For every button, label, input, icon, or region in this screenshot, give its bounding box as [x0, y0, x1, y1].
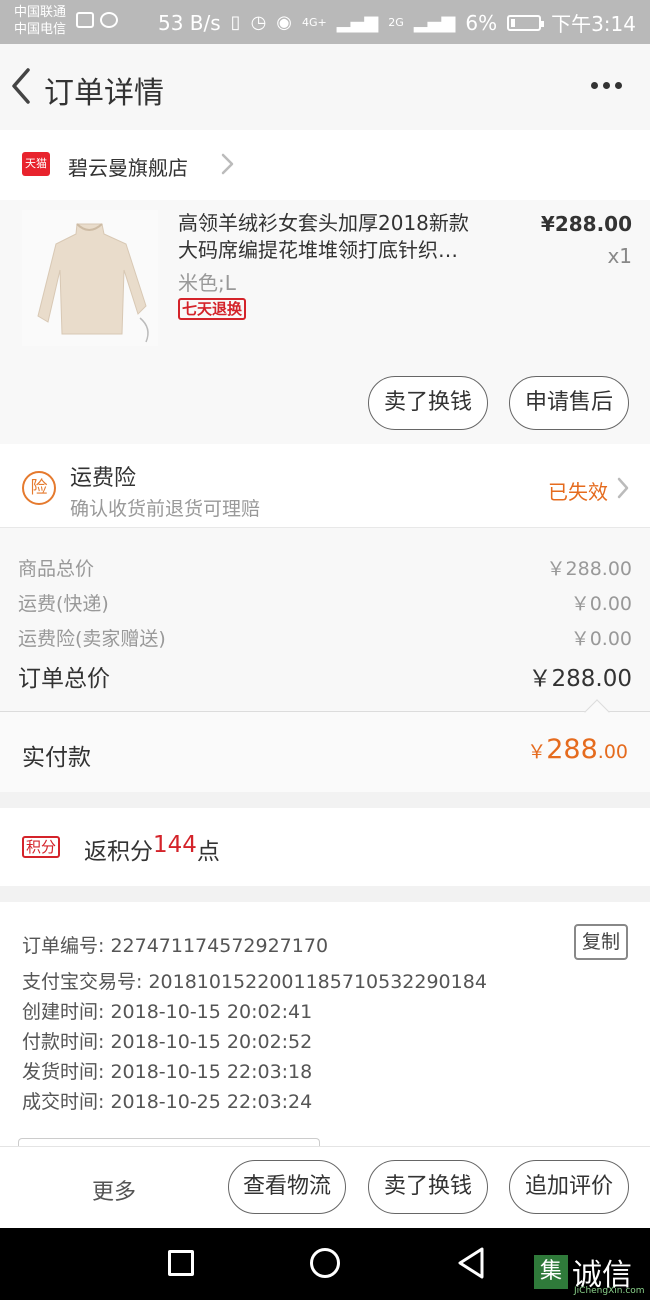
product-image[interactable]	[22, 210, 158, 346]
page-title: 订单详情	[44, 76, 164, 111]
product-title-line-2: 大码席编提花堆堆领打底针织…	[178, 238, 458, 262]
payment-time: 付款时间: 2018-10-15 20:02:52	[22, 1031, 313, 1053]
product-title-line-1: 高领羊绒衫女套头加厚2018新款	[178, 211, 469, 235]
signal-icon-2: ▂▄▆	[413, 12, 456, 33]
nav-back-icon[interactable]	[456, 1246, 486, 1280]
shipped-time: 发货时间: 2018-10-15 22:03:18	[22, 1061, 313, 1083]
status-bar: 中国联通 中国电信 53 B/s ▯ ◷ ◉ 4G+ ▂▄▆ 2G ▂▄▆ 6%…	[0, 0, 650, 44]
insurance-fee-value: ￥0.00	[570, 628, 632, 650]
vibrate-icon: ▯	[230, 12, 241, 33]
more-options-icon[interactable]	[591, 82, 622, 89]
goods-total-label: 商品总价	[18, 558, 95, 580]
actual-payment-amount: ￥288.00	[527, 734, 628, 765]
after-sale-button[interactable]: 申请售后	[509, 376, 629, 430]
chevron-right-icon	[617, 477, 629, 499]
alipay-trade-number: 支付宝交易号: 2018101522001185710532290184	[22, 971, 487, 993]
add-review-button[interactable]: 追加评价	[509, 1160, 629, 1214]
sell-button-bottom[interactable]: 卖了换钱	[368, 1160, 488, 1214]
notification-icon	[76, 12, 94, 28]
amount-decimal: .00	[597, 741, 628, 763]
network-speed: 53 B/s	[157, 10, 221, 35]
chevron-right-icon	[221, 153, 234, 175]
copy-button[interactable]: 复制	[574, 924, 628, 960]
carrier-2: 中国电信	[14, 22, 67, 37]
insurance-subtitle: 确认收货前退货可理赔	[70, 498, 261, 520]
amount-integer: 288	[546, 734, 598, 765]
back-arrow-icon[interactable]	[6, 66, 36, 106]
insurance-title: 运费险	[70, 466, 137, 491]
view-logistics-button[interactable]: 查看物流	[228, 1160, 346, 1214]
points-text: 返积分 144 点	[84, 832, 220, 866]
product-sku: 米色;L	[178, 271, 236, 295]
points-badge: 积分	[22, 836, 61, 858]
more-button[interactable]: 更多	[92, 1174, 136, 1206]
home-icon[interactable]	[310, 1248, 340, 1278]
clock: 下午3:14	[551, 12, 636, 36]
product-price: ¥288.00	[540, 212, 632, 236]
actual-payment-label: 实付款	[22, 745, 91, 771]
points-prefix: 返积分	[84, 839, 153, 865]
completed-time: 成交时间: 2018-10-25 22:03:24	[22, 1091, 313, 1113]
notification-icons	[76, 12, 118, 28]
insurance-fee-label: 运费险(卖家赠送)	[18, 628, 166, 650]
network-2g: 2G	[388, 16, 404, 29]
currency-symbol: ￥	[527, 741, 547, 763]
eye-icon: ◉	[276, 12, 292, 33]
sell-button[interactable]: 卖了换钱	[368, 376, 488, 430]
header: 订单详情	[0, 44, 650, 130]
status-indicators: 53 B/s ▯ ◷ ◉ 4G+ ▂▄▆ 2G ▂▄▆ 6% 下午3:14	[158, 8, 636, 37]
order-total-value: ￥288.00	[528, 666, 632, 692]
alarm-icon: ◷	[250, 12, 267, 33]
carrier-info: 中国联通 中国电信	[14, 4, 66, 38]
watermark-logo: 集	[534, 1255, 568, 1289]
signal-icon: ▂▄▆	[336, 12, 379, 33]
tmall-icon: 天猫	[22, 152, 50, 176]
points-number: 144	[153, 832, 197, 858]
network-4g: 4G+	[302, 16, 327, 29]
shipping-label: 运费(快递)	[18, 593, 109, 615]
shipping-value: ￥0.00	[570, 593, 632, 615]
seven-day-return-badge: 七天退换	[178, 298, 247, 320]
battery-icon	[507, 14, 545, 31]
goods-total-value: ￥288.00	[546, 558, 632, 580]
product-quantity: x1	[607, 244, 632, 268]
points-suffix: 点	[196, 839, 220, 865]
carrier-1: 中国联通	[14, 5, 67, 20]
product-title[interactable]: 高领羊绒衫女套头加厚2018新款 大码席编提花堆堆领打底针织…	[178, 210, 498, 264]
order-number: 订单编号: 227471174572927170	[22, 935, 329, 957]
recent-apps-icon[interactable]	[168, 1250, 194, 1276]
battery-percent: 6%	[465, 10, 498, 35]
created-time: 创建时间: 2018-10-15 20:02:41	[22, 1001, 313, 1023]
wechat-icon	[100, 12, 118, 28]
insurance-icon: 险	[22, 471, 56, 505]
insurance-status: 已失效	[548, 480, 608, 504]
order-total-label: 订单总价	[18, 666, 110, 692]
watermark-url: JiChengXin.com	[574, 1286, 645, 1296]
shop-name[interactable]: 碧云曼旗舰店	[68, 152, 188, 181]
